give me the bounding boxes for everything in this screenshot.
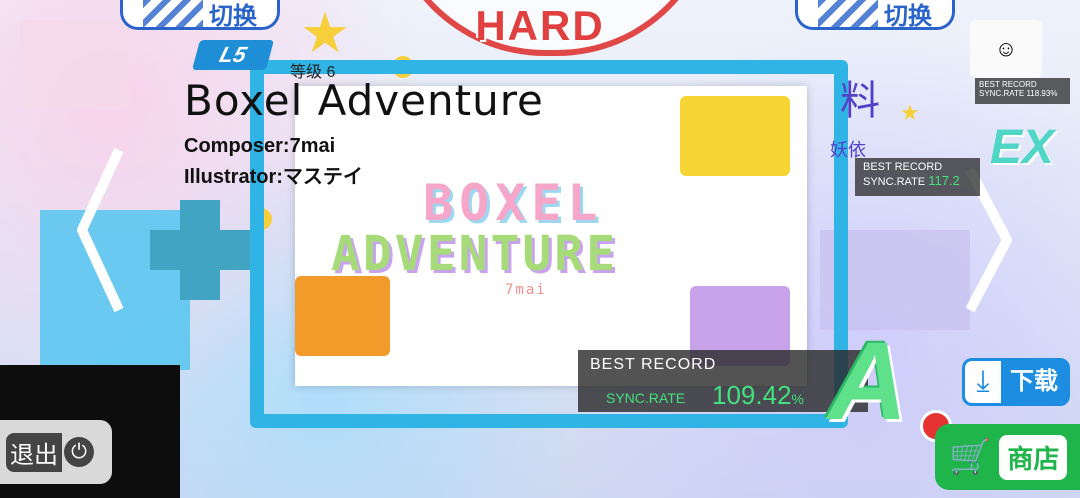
neighbor-title-partial: 料 bbox=[840, 78, 880, 124]
switch-right-button[interactable]: 切换 bbox=[795, 0, 955, 30]
stripe-decoration bbox=[818, 0, 878, 30]
cover-art[interactable]: BOXEL ADVENTURE 7mai bbox=[295, 86, 807, 386]
difficulty-label[interactable]: HARD bbox=[470, 2, 610, 50]
neighbor-rate: 117.2 bbox=[928, 173, 960, 188]
previous-song-arrow-icon[interactable] bbox=[74, 145, 124, 315]
illustrator: Illustrator:マステイ bbox=[184, 166, 363, 188]
deco-cube-pink bbox=[20, 20, 130, 110]
sync-rate-label: SYNC.RATE bbox=[606, 390, 686, 406]
download-button[interactable]: ⤓ 下载 bbox=[962, 358, 1070, 406]
neighbor-record-label: BEST RECORD bbox=[863, 161, 943, 173]
switch-left-label: 切换 bbox=[209, 3, 257, 30]
download-icon: ⤓ bbox=[976, 365, 990, 398]
cover-artist: 7mai bbox=[505, 282, 547, 298]
shop-label: 商店 bbox=[999, 434, 1068, 480]
cover-title-line1: BOXEL bbox=[423, 174, 604, 232]
grade-letter: A bbox=[828, 320, 908, 443]
best-record-panel: BEST RECORD SYNC.RATE 109.42% bbox=[578, 350, 868, 412]
neighbor-grade: EX bbox=[990, 121, 1055, 174]
neighbor-far-rate: 118.93% bbox=[1026, 89, 1058, 98]
power-icon: ⏻ bbox=[64, 437, 94, 467]
download-label: 下载 bbox=[1001, 361, 1067, 403]
neighbor-far-label: BEST RECORD bbox=[979, 80, 1037, 89]
sync-rate-value: 109.42% bbox=[712, 380, 804, 410]
exit-button[interactable]: 退出 ⏻ bbox=[0, 420, 112, 484]
cart-icon: 🛒 bbox=[949, 438, 992, 476]
shop-button[interactable]: 🛒 商店 bbox=[935, 424, 1080, 490]
cover-title-line2: ADVENTURE bbox=[331, 226, 619, 282]
switch-right-label: 切换 bbox=[884, 3, 932, 30]
neighbor-record: BEST RECORD SYNC.RATE 117.2 bbox=[855, 158, 980, 196]
switch-left-button[interactable]: 切换 bbox=[120, 0, 280, 30]
neighbor-avatar: ☺ bbox=[970, 20, 1042, 78]
neighbor-far-record: BEST RECORD SYNC.RATE 118.93% bbox=[975, 78, 1070, 104]
star-icon: ★ bbox=[300, 1, 351, 64]
star-icon: ★ bbox=[900, 100, 920, 125]
exit-label: 退出 bbox=[6, 432, 62, 472]
neighbor-sync-label: SYNC.RATE bbox=[863, 176, 926, 188]
composer: Composer:7mai bbox=[184, 135, 336, 157]
deco-cross-v bbox=[180, 200, 220, 300]
best-record-label: BEST RECORD bbox=[590, 356, 717, 373]
song-title: Boxel Adventure bbox=[184, 76, 544, 125]
yellow-cube-character bbox=[680, 96, 790, 176]
orange-cube-character bbox=[295, 276, 390, 356]
neighbor-far-sync-label: SYNC.RATE bbox=[979, 89, 1025, 98]
stripe-decoration bbox=[143, 0, 203, 30]
level-badge: L5 bbox=[191, 40, 275, 70]
